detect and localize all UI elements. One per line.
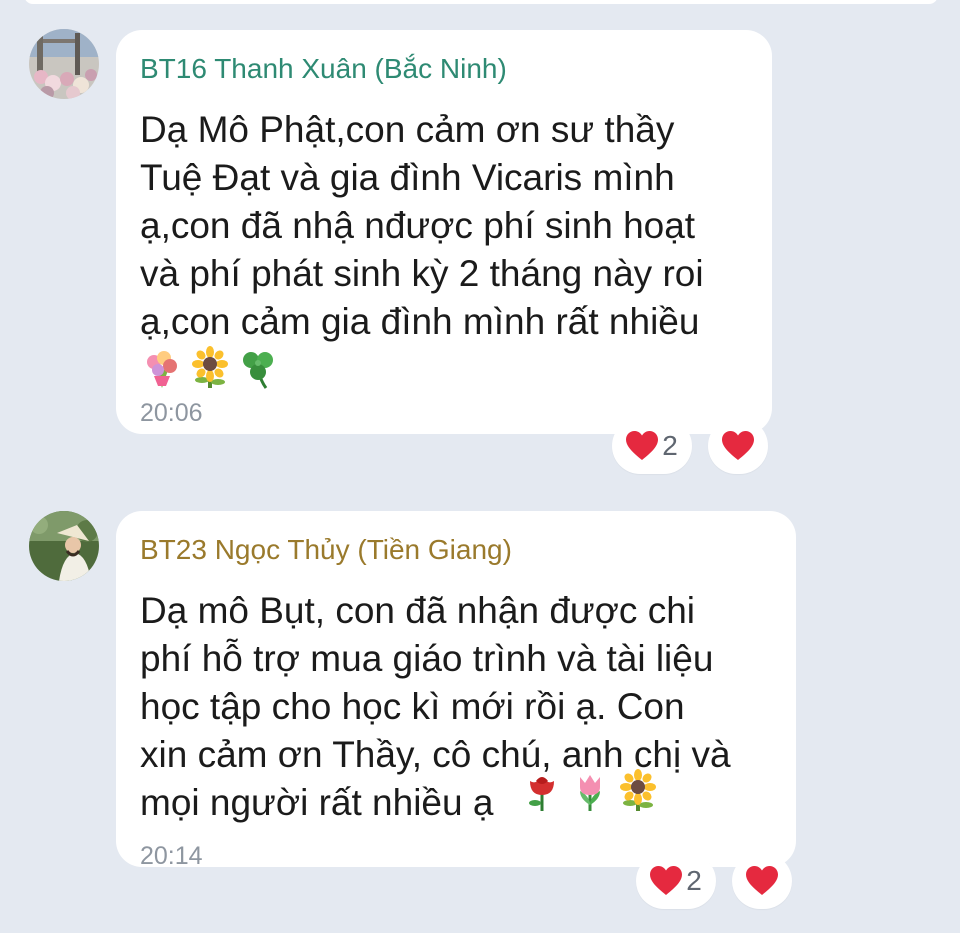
message-bubble[interactable]: BT23 Ngọc Thủy (Tiền Giang) Dạ mô Bụt, c…	[116, 511, 796, 870]
heart-icon	[722, 431, 754, 461]
heart-icon	[650, 866, 683, 896]
add-heart-reaction-button[interactable]	[732, 853, 792, 909]
message-text: Dạ Mô Phật,con cảm ơn sư thầy Tuệ Đạt và…	[140, 109, 704, 342]
previous-message-bubble-edge	[24, 0, 938, 4]
reaction-count-pill[interactable]: 2	[612, 418, 692, 474]
avatar-photo-flowers	[29, 29, 99, 99]
sender-name[interactable]: BT23 Ngọc Thủy (Tiền Giang)	[140, 533, 772, 567]
bouquet-emoji	[140, 346, 184, 390]
sunflower-emoji	[188, 346, 232, 390]
avatar[interactable]	[29, 511, 99, 581]
reaction-count-pill[interactable]: 2	[636, 853, 716, 909]
avatar[interactable]	[29, 29, 99, 99]
reaction-count: 2	[662, 430, 678, 461]
emoji-row	[520, 769, 660, 813]
heart-icon	[746, 866, 778, 896]
emoji-row	[140, 346, 748, 390]
rose-emoji	[520, 769, 564, 813]
message-bubble[interactable]: BT16 Thanh Xuân (Bắc Ninh) Dạ Mô Phật,co…	[116, 30, 772, 434]
reaction-count: 2	[686, 865, 702, 896]
heart-icon	[626, 431, 659, 461]
avatar-photo-person	[29, 511, 99, 581]
tulip-emoji	[568, 769, 612, 813]
add-heart-reaction-button[interactable]	[708, 418, 768, 474]
sender-name[interactable]: BT16 Thanh Xuân (Bắc Ninh)	[140, 52, 748, 86]
message-text-block: Dạ mô Bụt, con đã nhận được chi phí hỗ t…	[140, 567, 772, 827]
sunflower-emoji	[616, 769, 660, 813]
clover-emoji	[236, 346, 280, 390]
